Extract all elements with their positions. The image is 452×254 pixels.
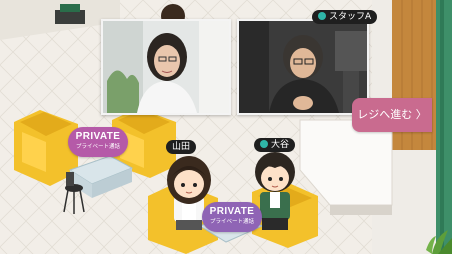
nametag-otani: 大谷 xyxy=(254,138,296,152)
private-room-title: PRIVATE xyxy=(209,206,255,217)
online-status-icon xyxy=(260,140,268,148)
nametag-otani-label: 大谷 xyxy=(271,140,290,150)
private-room-subtitle: プライベート通話 xyxy=(75,144,120,150)
video-tile-presenter[interactable] xyxy=(101,19,231,115)
checkout-button[interactable]: レジへ進む 〉 xyxy=(352,98,432,132)
private-room-badge-left[interactable]: PRIVATE プライベート通話 xyxy=(68,127,128,157)
virtual-office-canvas[interactable]: スタッフA 山田 大谷 PRIVATE プライベート通話 PRIVATE プライ… xyxy=(0,0,452,254)
online-status-icon xyxy=(318,12,326,20)
video-tile-staff[interactable] xyxy=(237,19,369,115)
video-feed-staff xyxy=(239,21,367,113)
nametag-yamada: 山田 xyxy=(166,140,197,154)
video-feed-presenter xyxy=(103,21,229,113)
private-room-subtitle: プライベート通話 xyxy=(209,219,254,225)
nametag-staff: スタッフA xyxy=(312,10,378,24)
nametag-yamada-label: 山田 xyxy=(172,142,191,152)
private-room-badge-center[interactable]: PRIVATE プライベート通話 xyxy=(202,202,262,232)
nametag-staff-label: スタッフA xyxy=(329,12,372,22)
shelf xyxy=(55,10,85,24)
private-room-title: PRIVATE xyxy=(75,131,121,142)
